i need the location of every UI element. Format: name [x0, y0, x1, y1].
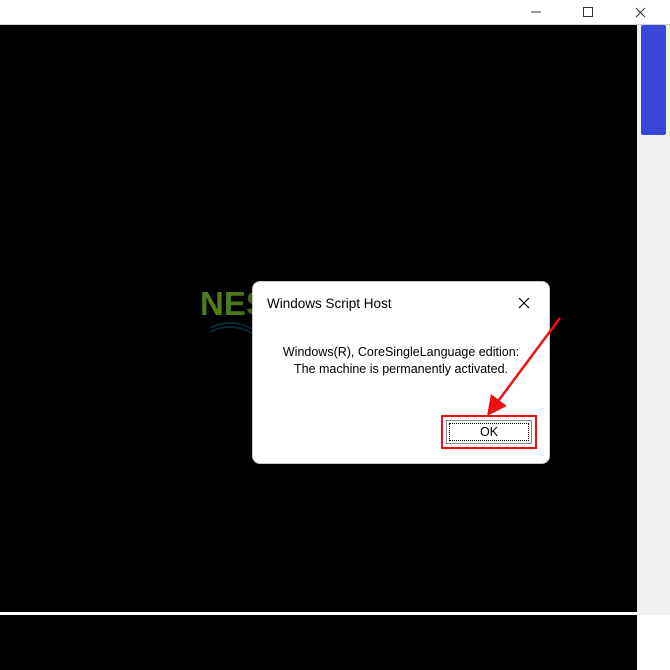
close-icon: [634, 6, 647, 19]
dialog-message-line2: The machine is permanently activated.: [294, 361, 508, 378]
ok-button[interactable]: OK: [446, 420, 532, 444]
dialog-message-line1: Windows(R), CoreSingleLanguage edition:: [283, 344, 519, 361]
dialog-windows-script-host: Windows Script Host Windows(R), CoreSing…: [252, 281, 550, 464]
close-button[interactable]: [614, 0, 666, 25]
ok-button-label: OK: [480, 425, 498, 439]
maximize-icon: [582, 6, 594, 18]
minimize-icon: [530, 6, 542, 18]
annotation-highlight-box: OK: [441, 415, 537, 449]
dialog-title: Windows Script Host: [267, 296, 392, 311]
close-icon: [517, 296, 531, 310]
vertical-scrollbar[interactable]: [637, 25, 670, 615]
parent-window-titlebar: [0, 0, 670, 25]
bottom-scroll-gap: [637, 615, 670, 670]
dialog-body: Windows(R), CoreSingleLanguage edition: …: [253, 320, 549, 405]
dialog-footer: OK: [253, 405, 549, 463]
maximize-button[interactable]: [562, 0, 614, 25]
scrollbar-thumb[interactable]: [641, 25, 666, 135]
bottom-strip: [0, 615, 637, 670]
minimize-button[interactable]: [510, 0, 562, 25]
dialog-titlebar: Windows Script Host: [253, 282, 549, 320]
dialog-close-button[interactable]: [511, 290, 537, 316]
